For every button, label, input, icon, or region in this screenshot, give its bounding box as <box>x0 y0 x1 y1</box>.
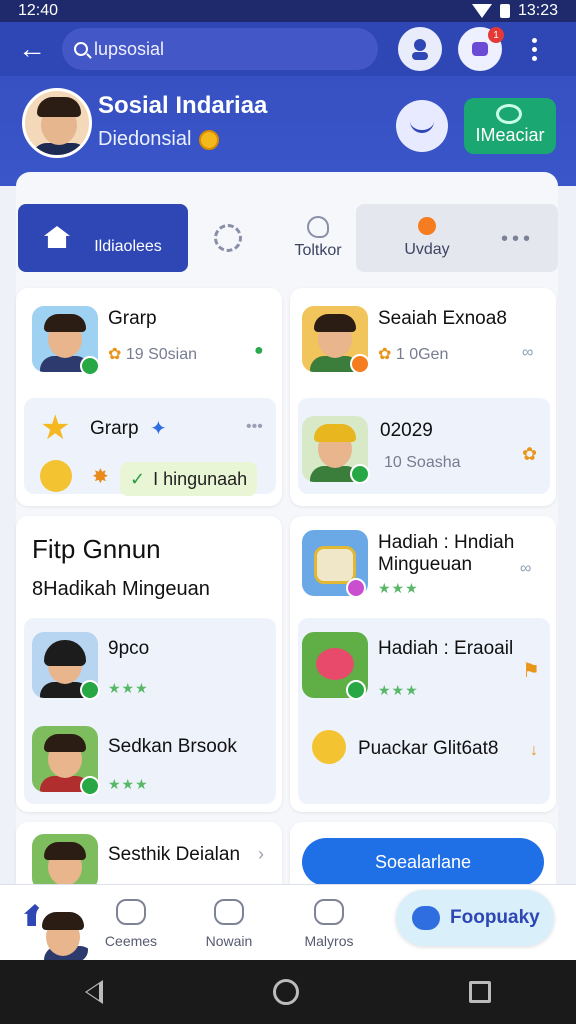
card-meta: ✿ 19 S0sian <box>108 346 198 363</box>
chat-bubble-icon <box>116 899 146 925</box>
verified-icon: ● <box>254 342 264 359</box>
flag-icon: ⚑ <box>522 660 540 682</box>
primary-cta-button[interactable]: Soealarlane <box>302 838 544 886</box>
row-title: Puackar Glit6at8 <box>358 738 499 759</box>
rating-stars: ★★★ <box>378 580 419 596</box>
wifi-icon <box>471 4 492 18</box>
feed-card[interactable]: Fitp Gnnun 8Hadikah Mingeuan 9pco ★★★ Se… <box>16 516 282 812</box>
smile-icon <box>410 119 434 133</box>
system-nav-bar <box>0 960 576 1024</box>
coin-icon <box>40 460 72 492</box>
action-chip[interactable]: ✓ I hingunaah <box>120 462 258 496</box>
card-title: Seaiah Exnoa8 <box>378 308 507 329</box>
row-title: 9pco <box>108 638 150 659</box>
card-title: Fitp Gnnun <box>32 534 161 564</box>
card-title: Grarp <box>108 308 157 329</box>
link-icon: ∞ <box>520 560 532 577</box>
app-bar: ← lupsosial 1 <box>0 22 576 76</box>
tab-tracker[interactable]: Toltkor <box>278 204 358 272</box>
chat-fab-button[interactable]: Foopuaky <box>396 890 554 946</box>
tab-today[interactable]: Uvday ••• <box>356 204 558 272</box>
battery-icon <box>499 4 510 18</box>
map-icon <box>314 899 344 925</box>
inner-title: 02029 <box>380 420 433 441</box>
heart-icon: ✦ <box>150 418 167 440</box>
coin-icon <box>199 129 220 150</box>
search-text: lupsosial <box>94 38 165 59</box>
arrow-icon: ↓ <box>530 742 538 759</box>
profile-subtitle: Diedonsial <box>98 128 220 151</box>
card-subtitle: 8Hadikah Mingeuan <box>32 578 210 600</box>
nav-item-home[interactable] <box>24 904 90 962</box>
avatar <box>36 904 88 962</box>
online-badge-icon <box>80 776 100 796</box>
inner-title: Grarp <box>90 418 139 439</box>
tab-home[interactable]: Ildiaolees <box>18 204 188 272</box>
group-card-2[interactable]: Seaiah Exnoa8 ✿ 1 0Gen ∞ 02029 10 Soasha… <box>290 288 556 506</box>
notifications-button[interactable]: 1 <box>458 27 504 71</box>
profile-name: Sosial Indariaa <box>98 92 268 119</box>
flame-icon <box>418 217 436 235</box>
system-home-icon[interactable] <box>273 979 299 1005</box>
online-badge-icon <box>350 464 370 484</box>
link-icon: ∞ <box>522 344 534 361</box>
card-title: Hadiah : Hndiah Mingueuan <box>378 532 515 575</box>
nav-item-news[interactable]: Nowain <box>184 899 274 949</box>
online-badge-icon <box>80 680 100 700</box>
status-badge-icon <box>346 578 366 598</box>
gear-icon <box>214 224 242 252</box>
rating-stars: ★★★ <box>108 680 149 696</box>
profile-button[interactable] <box>398 27 442 71</box>
overflow-icon[interactable]: ••• <box>501 228 534 251</box>
rating-stars: ★★★ <box>108 776 149 792</box>
group-icon <box>214 899 244 925</box>
coin-icon <box>312 730 346 764</box>
crown-icon: ★ <box>40 409 71 447</box>
online-badge-icon <box>346 680 366 700</box>
inner-meta: 10 Soasha <box>384 454 461 471</box>
nav-item-games[interactable]: Ceemes <box>86 899 176 949</box>
rating-stars: ★★★ <box>378 682 419 698</box>
trophy-icon: ✿ <box>378 346 392 363</box>
more-menu-icon[interactable] <box>522 29 546 69</box>
tab-bar: Ildiaolees Toltkor Uvday ••• <box>18 204 558 272</box>
search-input[interactable]: lupsosial <box>62 28 378 70</box>
reaction-button[interactable] <box>396 100 448 152</box>
system-back-icon[interactable] <box>85 980 103 1004</box>
member-avatar <box>32 834 98 890</box>
notification-badge: 1 <box>488 27 504 43</box>
check-icon: ✓ <box>130 468 146 489</box>
row-title: Hadiah : Eraoail <box>378 638 514 659</box>
primary-action-button[interactable]: IMeaciar <box>464 98 556 154</box>
card-title: Sesthik Deialan <box>108 844 241 865</box>
search-icon <box>74 42 88 56</box>
user-icon <box>412 39 428 60</box>
row-title: Sedkan Brsook <box>108 736 237 757</box>
avatar[interactable] <box>22 88 92 158</box>
status-icons: 13:23 <box>471 2 558 20</box>
chevron-right-icon[interactable]: › <box>258 844 264 865</box>
trophy-icon: ✿ <box>108 346 122 363</box>
status-badge-icon <box>350 354 370 374</box>
rocket-icon <box>307 216 329 238</box>
status-bar: 12:40 13:23 <box>0 0 576 22</box>
nav-item-maps[interactable]: Malyros <box>284 899 374 949</box>
gift-icon: ✿ <box>522 444 538 464</box>
system-recents-icon[interactable] <box>469 981 491 1003</box>
group-card[interactable]: Grarp ✿ 19 S0sian ● ★ Grarp ✦ ••• ✸ ✓ I … <box>16 288 282 506</box>
chat-icon <box>412 906 440 930</box>
reward-card[interactable]: Hadiah : Hndiah Mingueuan ★★★ ∞ Hadiah :… <box>290 516 556 812</box>
status-time: 12:40 <box>18 2 59 19</box>
tab-settings[interactable] <box>198 204 258 272</box>
online-badge-icon <box>80 356 100 376</box>
status-time-right: 13:23 <box>517 2 558 19</box>
back-arrow-icon[interactable]: ← <box>14 31 50 67</box>
more-dots-icon[interactable]: ••• <box>246 418 263 436</box>
home-icon <box>44 226 70 248</box>
star-icon: ✸ <box>92 466 109 488</box>
bell-icon <box>472 42 488 56</box>
card-meta: ✿ 1 0Gen <box>378 346 449 363</box>
badge-icon <box>496 104 522 124</box>
profile-header: Sosial Indariaa Diedonsial IMeaciar <box>0 76 576 186</box>
